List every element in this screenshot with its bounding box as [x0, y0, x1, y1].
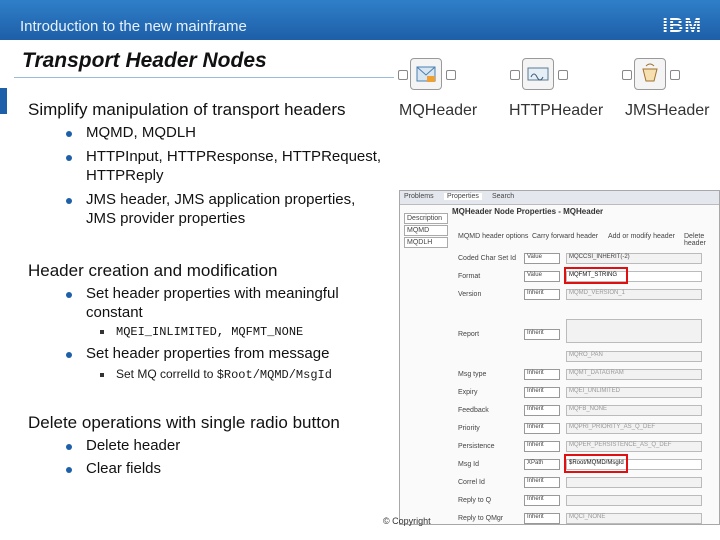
- row-expiry: Expiry Inherit MQEI_UNLIMITED: [458, 387, 718, 399]
- input-port-icon: [510, 70, 520, 80]
- section-heading: Simplify manipulation of transport heade…: [28, 100, 346, 119]
- panel-tabs: Problems Properties Search: [400, 191, 719, 205]
- bullet-text: Clear fields: [86, 460, 162, 477]
- bullet-icon: [66, 292, 72, 298]
- bullet-text: constant: [86, 304, 143, 321]
- bullet-icon: [66, 467, 72, 473]
- row-msg-type: Msg type Inherit MQMT_DATAGRAM: [458, 369, 718, 381]
- row-correl-id: Correl Id Inherit: [458, 477, 718, 489]
- node-label-jmsheader: JMSHeader: [625, 102, 710, 119]
- row-persistence: Persistence Inherit MQPER_PERSISTENCE_AS_Q…: [458, 441, 718, 453]
- output-port-icon: [558, 70, 568, 80]
- mqheader-node[interactable]: [396, 58, 456, 98]
- section-heading: Header creation and modification: [28, 261, 278, 280]
- bullet-icon: [66, 155, 72, 161]
- option-add-modify[interactable]: Add or modify header: [608, 233, 675, 240]
- http-signal-icon: [522, 58, 554, 90]
- node-palette: MQHeader HTTPHeader JMSHeader: [396, 40, 720, 130]
- panel-side-nav: Description MQMD MQDLH: [404, 213, 448, 523]
- header-bar: Introduction to the new mainframe IBM: [0, 0, 720, 40]
- jmsheader-node[interactable]: [620, 58, 680, 98]
- sub-bullet-text: Set MQ correlId to $Root/MQMD/MsgId: [116, 367, 332, 382]
- slide-title: Transport Header Nodes: [22, 49, 267, 72]
- bullet-icon: [66, 198, 72, 204]
- row-version: Version Inherit MQMD_VERSION_1: [458, 289, 718, 301]
- ibm-logo: IBM: [662, 15, 702, 37]
- row-coded-char-set: Coded Char Set Id Value MQCCSI_INHERIT(-2): [458, 253, 718, 265]
- tab-search[interactable]: Search: [492, 193, 514, 200]
- output-port-icon: [446, 70, 456, 80]
- bullet-text: MQMD, MQDLH: [86, 124, 196, 141]
- row-priority: Priority Inherit MQPRI_PRIORITY_AS_Q_DEF: [458, 423, 718, 435]
- side-item-mqdlh[interactable]: MQDLH: [404, 237, 448, 248]
- highlight-format: [564, 267, 628, 284]
- sub-bullet-icon: [100, 373, 104, 377]
- side-item-description[interactable]: Description: [404, 213, 448, 224]
- bullet-text: HTTPInput, HTTPResponse, HTTPRequest,: [86, 148, 382, 165]
- option-carry-forward[interactable]: Carry forward header: [532, 233, 598, 240]
- course-title: Introduction to the new mainframe: [20, 18, 247, 35]
- bullet-icon: [66, 352, 72, 358]
- bullet-text: HTTPReply: [86, 167, 164, 184]
- row-report-value: MQRO_PAN: [458, 351, 718, 363]
- bullet-text: JMS header, JMS application properties,: [86, 191, 356, 208]
- jms-cup-icon: [634, 58, 666, 90]
- bullet-icon: [66, 444, 72, 450]
- bullet-text: Set header properties with meaningful: [86, 285, 339, 302]
- bullet-text: JMS provider properties: [86, 210, 246, 227]
- row-feedback: Feedback Inherit MQFB_NONE: [458, 405, 718, 417]
- section-marker: [0, 88, 7, 114]
- input-port-icon: [398, 70, 408, 80]
- properties-panel: Problems Properties Search MQHeader Node…: [399, 190, 720, 525]
- panel-title: MQHeader Node Properties - MQHeader: [452, 207, 604, 216]
- options-row: MQMD header options Carry forward header…: [458, 231, 718, 247]
- bullet-icon: [66, 131, 72, 137]
- title-bar: Transport Header Nodes: [14, 40, 394, 78]
- bullet-text: Delete header: [86, 437, 181, 454]
- side-item-mqmd[interactable]: MQMD: [404, 225, 448, 236]
- node-label-httpheader: HTTPHeader: [509, 102, 604, 119]
- section-heading: Delete operations with single radio butt…: [28, 413, 340, 432]
- httpheader-node[interactable]: [508, 58, 568, 98]
- row-reply-to-qmgr: Reply to QMgr Inherit MQCI_NONE: [458, 513, 718, 524]
- tab-problems[interactable]: Problems: [404, 193, 434, 200]
- output-port-icon: [670, 70, 680, 80]
- sub-bullet-icon: [100, 330, 104, 334]
- copyright: © Copyright: [383, 516, 431, 526]
- options-label: MQMD header options: [458, 233, 529, 240]
- input-port-icon: [622, 70, 632, 80]
- sub-bullet-text: MQEI_INLIMITED, MQFMT_NONE: [116, 325, 304, 339]
- row-report: Report Inherit: [458, 319, 718, 343]
- row-reply-to-q: Reply to Q Inherit: [458, 495, 718, 507]
- option-delete[interactable]: Delete header: [684, 233, 718, 247]
- bullet-text: Set header properties from message: [86, 345, 330, 362]
- mq-envelope-icon: [410, 58, 442, 90]
- highlight-msg-id: [564, 454, 628, 473]
- node-label-mqheader: MQHeader: [399, 102, 478, 119]
- tab-properties[interactable]: Properties: [444, 193, 482, 200]
